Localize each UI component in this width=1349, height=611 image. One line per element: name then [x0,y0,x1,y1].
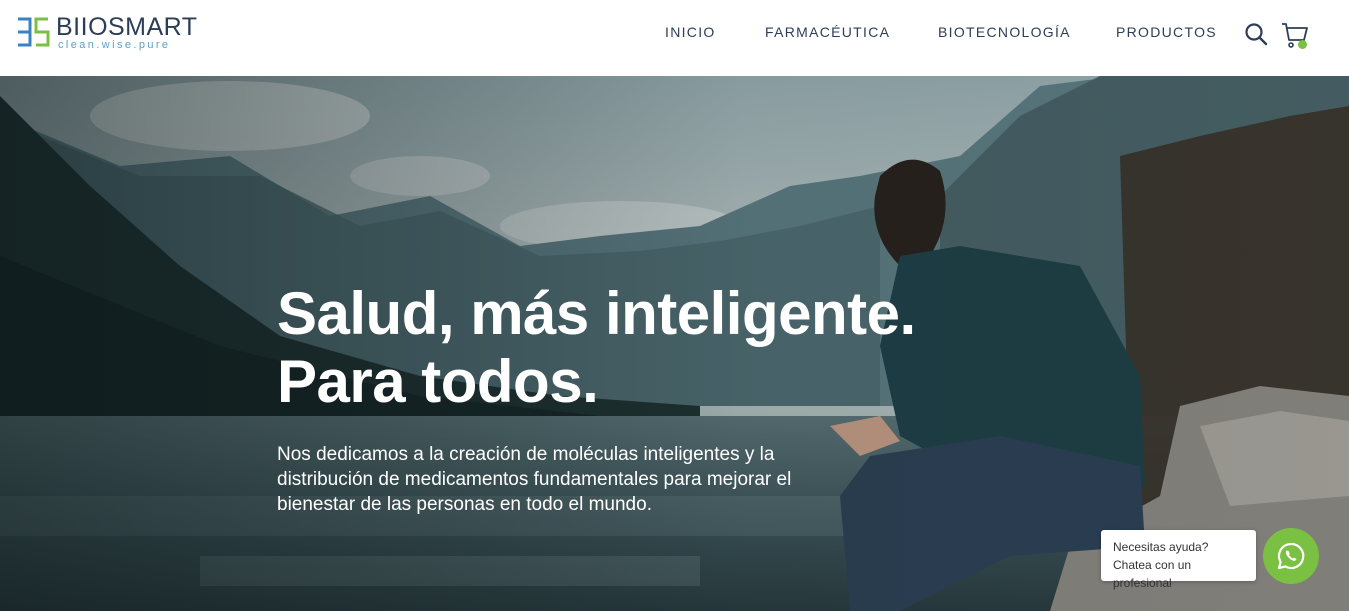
nav-productos[interactable]: PRODUCTOS [1116,24,1217,42]
hero-headline: Salud, más inteligente. Para todos. [277,280,916,416]
nav-biotecnologia[interactable]: BIOTECNOLOGÍA [938,24,1071,42]
whatsapp-icon [1277,542,1305,570]
hero-headline-line2: Para todos. [277,348,599,415]
hero-headline-line1: Salud, más inteligente. [277,280,916,347]
cart-badge [1298,40,1307,49]
search-icon[interactable] [1244,22,1268,46]
nav-farmaceutica[interactable]: FARMACÉUTICA [765,24,890,42]
logo-mark-icon [18,17,50,47]
brand-logo[interactable]: BIIOSMART clean.wise.pure [16,13,216,54]
nav-inicio[interactable]: INICIO [665,24,716,42]
hero-description: Nos dedicamos a la creación de moléculas… [277,444,792,515]
whatsapp-chat-button[interactable] [1263,528,1319,584]
chat-help-bubble[interactable]: Necesitas ayuda? Chatea con un profesion… [1101,530,1256,590]
logo-wordmark: BIIOSMART [56,13,198,41]
site-header: BIIOSMART clean.wise.pure INICIO FARMACÉ… [0,0,1349,76]
logo-tagline: clean.wise.pure [58,39,171,51]
